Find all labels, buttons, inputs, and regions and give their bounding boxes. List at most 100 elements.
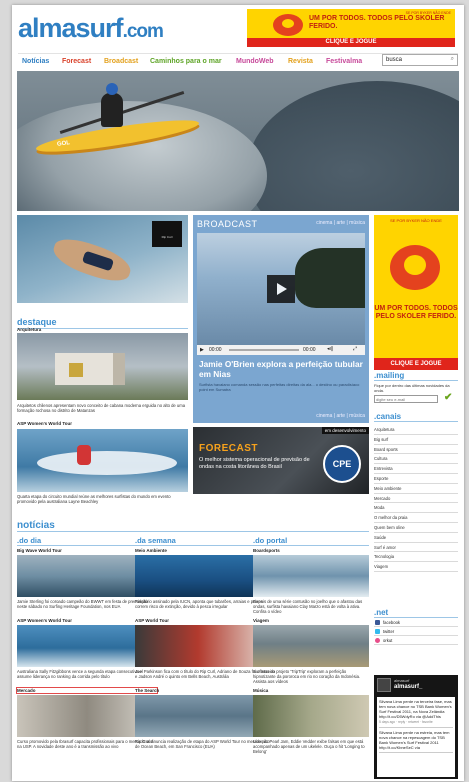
news-caption[interactable]: Surfistas do projeto 'TripTrip' exploram…	[253, 669, 369, 685]
canal-item[interactable]: Arquitetura	[374, 425, 458, 435]
twitter-handle[interactable]: almasurf_	[394, 684, 422, 690]
orkut-icon	[375, 638, 380, 643]
ad-cta-button[interactable]: CLIQUE E JOGUE	[247, 38, 455, 47]
nav-item-mundoweb[interactable]: MundoWeb	[236, 58, 274, 65]
canal-item[interactable]: Viagem	[374, 562, 458, 572]
search-input[interactable]: busca ⌕	[382, 54, 458, 66]
canal-item[interactable]: Mercado	[374, 494, 458, 504]
nav-item-broadcast[interactable]: Broadcast	[104, 58, 138, 65]
promo-brand-logo: Rip Curl	[152, 221, 182, 247]
news-item[interactable]: Música Líder do Pearl Jam, Eddie Vedder …	[253, 688, 369, 754]
broadcast-link-musica-bottom[interactable]: música	[349, 413, 365, 419]
broadcast-link-arte[interactable]: arte	[336, 220, 345, 226]
submit-check-icon[interactable]: ✔	[444, 392, 452, 403]
destaque-image-wwt[interactable]	[17, 429, 188, 492]
broadcast-link-cinema-bottom[interactable]: cinema	[316, 413, 332, 419]
news-caption[interactable]: Depois de uma série contusão no joelho q…	[253, 599, 369, 615]
canal-item[interactable]: Saúde	[374, 533, 458, 543]
broadcast-link-cinema[interactable]: cinema	[316, 220, 332, 226]
canais-title: .canais	[374, 412, 458, 422]
news-item[interactable]: Viagem Surfistas do projeto 'TripTrip' e…	[253, 618, 369, 684]
broadcast-title[interactable]: Jamie O'Brien explora a perfeição tubula…	[199, 359, 364, 379]
canal-item[interactable]: Esporte	[374, 474, 458, 484]
social-twitter[interactable]: twitter	[374, 627, 458, 636]
avatar[interactable]	[377, 678, 391, 692]
search-value: busca	[386, 57, 403, 63]
tweet-meta: 5 days ago · reply · retweet · favorite	[379, 720, 433, 724]
control-play-icon[interactable]: ▶	[200, 347, 204, 353]
canal-item[interactable]: Meio ambiente	[374, 484, 458, 494]
video-thumbnail-rock	[295, 248, 365, 308]
nav-item-festivalma[interactable]: Festivalma	[326, 58, 362, 65]
destaque-category-arquitetura[interactable]: Arquitetura	[17, 327, 41, 332]
side-ad-slogan: UM POR TODOS. TODOS PELO SKOLER FERIDO.	[374, 305, 458, 320]
destaque-category-wwt[interactable]: ASP Women's World Tour	[17, 421, 72, 426]
news-category[interactable]: Viagem	[253, 618, 369, 623]
top-banner-ad[interactable]: SE POR BYKER NÃO ENDE UM POR TODOS. TODO…	[247, 9, 455, 47]
video-progress-bar[interactable]	[229, 349, 299, 351]
news-image[interactable]	[253, 695, 369, 737]
broadcast-link-arte-bottom[interactable]: arte	[336, 413, 345, 419]
tweet-text: Silvana Lima perde na terceira fase, mas…	[379, 699, 452, 719]
news-image[interactable]	[253, 625, 369, 667]
nav-item-caminhos[interactable]: Caminhos para o mar	[150, 58, 222, 65]
noticias-col-do-portal: .do portal Boardsports Depois de uma sér…	[253, 536, 369, 754]
site-logo[interactable]: almasurf.com	[18, 13, 164, 47]
col-title-do-portal[interactable]: .do portal	[253, 536, 369, 546]
play-icon[interactable]	[267, 275, 295, 303]
tweet-text: Silvana Lima perde na estreia, mas tem n…	[379, 730, 450, 750]
email-field[interactable]	[374, 395, 438, 403]
news-image[interactable]	[253, 555, 369, 597]
bird-mascot-icon	[273, 14, 303, 36]
news-category[interactable]: Música	[253, 688, 369, 693]
destaque-caption-wwt[interactable]: Quarta etapa do circuito mundial reúne a…	[17, 494, 188, 504]
news-item[interactable]: Boardsports Depois de uma série contusão…	[253, 548, 369, 614]
video-time-total: 00:00	[303, 347, 316, 353]
broadcast-desc: Surfista havaiano comanda sessão nas per…	[199, 382, 360, 392]
broadcast-panel: BROADCAST cinema | arte | música ▶ 00:00…	[193, 215, 369, 423]
hero-wave-light	[17, 101, 267, 211]
logo-suffix: .com	[122, 21, 164, 42]
forecast-badge: em desenvolvimento	[321, 427, 369, 434]
news-category[interactable]: Boardsports	[253, 548, 369, 553]
canal-item[interactable]: Tecnologia	[374, 552, 458, 563]
nav-item-noticias[interactable]: Notícias	[22, 58, 49, 65]
volume-icon[interactable]: ◂ı∥	[327, 346, 333, 352]
tweet-item[interactable]: Silvana Lima perde na terceira fase, mas…	[379, 699, 453, 728]
house-shape	[55, 353, 125, 385]
side-ad-cta-button[interactable]: CLIQUE E JOGUE	[374, 358, 458, 370]
canal-item[interactable]: Entrevista	[374, 464, 458, 474]
forecast-title-text: FORECAST	[199, 443, 258, 454]
tweet-item[interactable]: Silvana Lima perde na estreia, mas tem n…	[379, 730, 453, 753]
destaque-image-arquitetura[interactable]	[17, 333, 188, 400]
search-icon[interactable]: ⌕	[451, 56, 454, 63]
video-player[interactable]	[197, 233, 365, 345]
nav-item-revista[interactable]: Revista	[288, 58, 313, 65]
wave-shape	[37, 451, 177, 475]
logo-text: almasurf	[18, 13, 124, 43]
destaque-caption-arquitetura[interactable]: Arquitetos chilenos apresentam novo conc…	[17, 403, 188, 413]
hero-banner[interactable]: GOL	[17, 71, 459, 211]
canal-item[interactable]: Surf é amor	[374, 543, 458, 553]
canal-item[interactable]: O melhor da praia	[374, 513, 458, 523]
news-caption[interactable]: Líder do Pearl Jam, Eddie Vedder exibe f…	[253, 739, 369, 755]
mailing-title: .mailing	[374, 371, 458, 381]
broadcast-link-musica[interactable]: música	[349, 220, 365, 226]
nav-item-forecast[interactable]: Forecast	[62, 58, 91, 65]
promo-image[interactable]: Rip Curl	[17, 215, 188, 303]
canal-item[interactable]: Moda	[374, 503, 458, 514]
canal-item[interactable]: Board sports	[374, 445, 458, 455]
social-facebook[interactable]: facebook	[374, 618, 458, 627]
social-orkut[interactable]: orkut	[374, 636, 458, 645]
social-label: orkut	[383, 638, 393, 643]
video-time-current: 00:00	[209, 347, 222, 353]
forecast-banner[interactable]: em desenvolvimento FORECAST O melhor sis…	[193, 427, 369, 494]
social-label: twitter	[383, 629, 395, 634]
canal-item[interactable]: Big surf	[374, 435, 458, 445]
broadcast-links-bottom: cinema | arte | música	[316, 413, 365, 419]
fullscreen-icon[interactable]: ⤢	[353, 346, 357, 352]
canal-item[interactable]: Quem bem oline	[374, 523, 458, 533]
canal-item[interactable]: Cultura	[374, 454, 458, 465]
side-banner-ad[interactable]: SE POR BYKER NÃO ENDE UM POR TODOS. TODO…	[374, 215, 458, 370]
destaque-heading: destaque	[17, 317, 188, 329]
